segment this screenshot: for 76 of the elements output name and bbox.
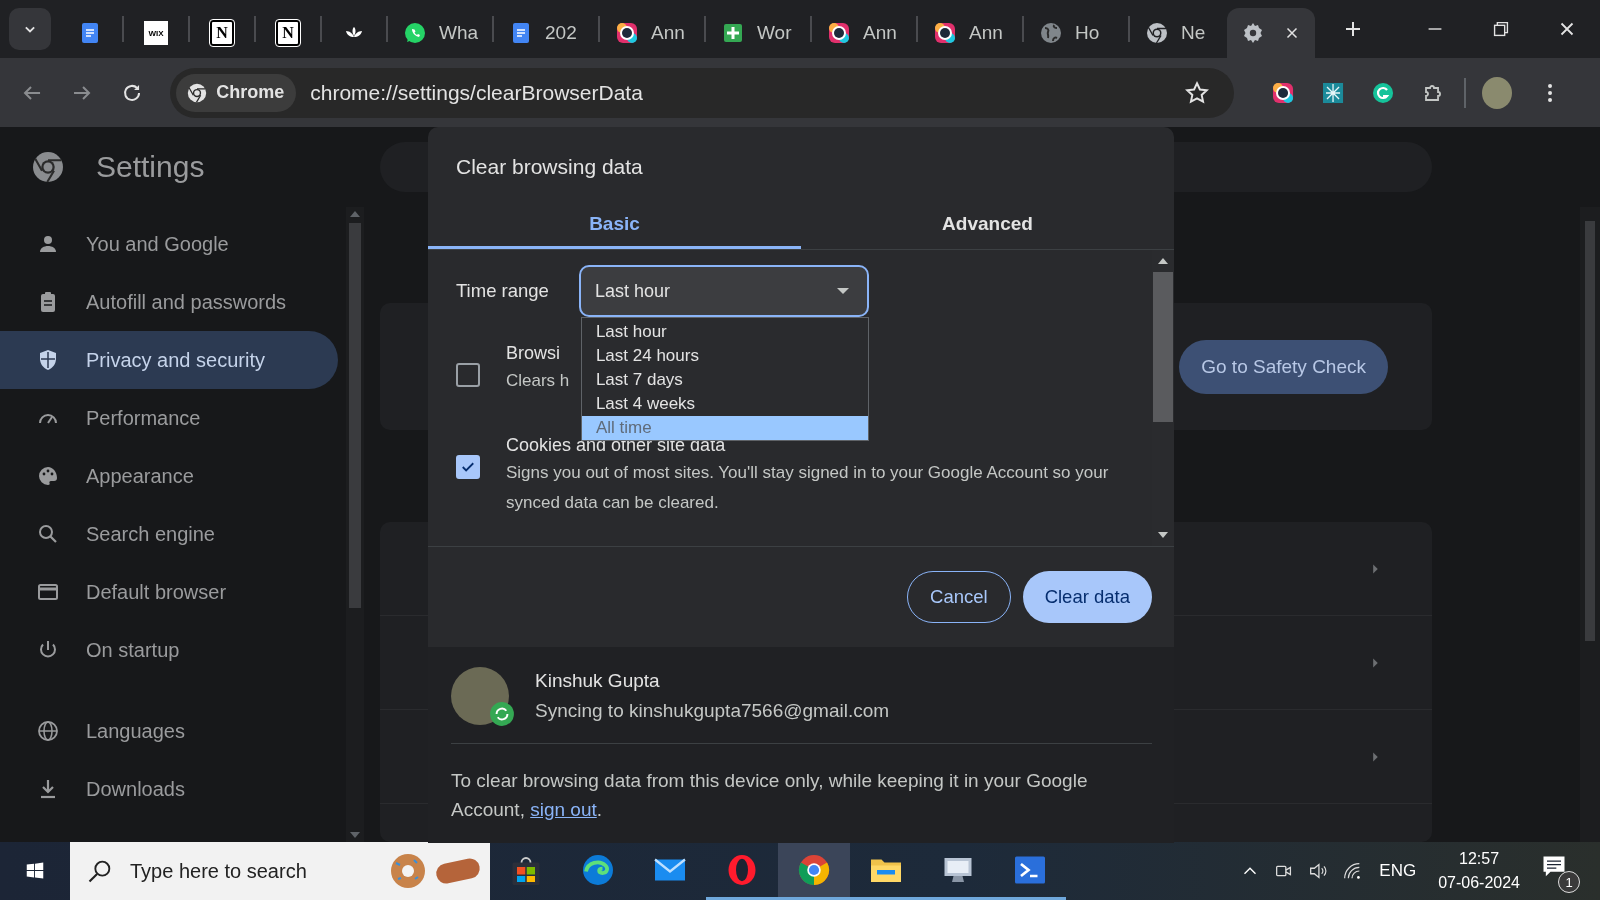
dialog-tab[interactable]: Basic xyxy=(428,201,801,249)
dropdown-option[interactable]: Last 7 days xyxy=(581,368,868,392)
time-range-label: Time range xyxy=(456,280,549,302)
sidebar-item[interactable]: You and Google xyxy=(0,215,338,273)
dialog-tab[interactable]: Advanced xyxy=(801,201,1174,249)
browser-tab[interactable]: Ho xyxy=(1031,8,1121,58)
site-chip[interactable]: Chrome xyxy=(176,73,297,112)
language-indicator[interactable]: ENG xyxy=(1379,861,1417,881)
scroll-down-icon[interactable] xyxy=(1158,532,1168,538)
sidebar-item[interactable]: Default browser xyxy=(0,563,338,621)
browser-logo-icon xyxy=(1145,21,1169,45)
address-bar[interactable]: Chrome chrome://settings/clearBrowserData xyxy=(170,67,1235,118)
globe-icon xyxy=(1039,21,1063,45)
profile-avatar[interactable] xyxy=(1482,76,1512,109)
sync-icon xyxy=(489,701,515,727)
checkbox[interactable] xyxy=(456,363,480,387)
dropdown-option[interactable]: Last 24 hours xyxy=(581,344,868,368)
settings-icon xyxy=(1241,21,1265,45)
bookmark-star-icon[interactable] xyxy=(1184,79,1211,106)
checkbox[interactable] xyxy=(456,455,480,479)
sidebar-item[interactable]: On startup xyxy=(0,621,338,679)
palette-icon xyxy=(36,464,60,488)
url-text: chrome://settings/clearBrowserData xyxy=(310,80,643,105)
browser-tab[interactable]: Ann xyxy=(607,8,697,58)
notification-count: 1 xyxy=(1558,871,1580,893)
option-description: Signs you out of most sites. You'll stay signed in to your Google Account so your synced data can be cleared. xyxy=(506,462,1110,514)
dropdown-option[interactable]: Last hour xyxy=(581,320,868,344)
logo-icon: WIX xyxy=(144,21,168,45)
browser-logo-icon xyxy=(30,149,66,185)
browser-tab[interactable]: Wha xyxy=(395,8,485,58)
account-name: Kinshuk Gupta xyxy=(535,670,661,692)
sidebar-item[interactable]: Downloads xyxy=(0,760,338,818)
sidebar-item[interactable]: Search engine xyxy=(0,505,338,563)
dialog-title: Clear browsing data xyxy=(455,154,643,180)
note-text: To clear browsing data from this device only, while keeping it in your Google Account, sign out. xyxy=(451,769,1089,822)
browser-tab[interactable]: 202 xyxy=(501,8,591,58)
taskbar-app[interactable] xyxy=(778,842,850,900)
taskbar-search-bar[interactable]: Type here to search xyxy=(70,842,490,900)
clock-time: 12:57 xyxy=(1459,850,1500,868)
sidebar-item[interactable]: Languages xyxy=(0,702,338,760)
sidebar-item[interactable]: Privacy and security xyxy=(0,331,338,389)
plus-sheet-icon xyxy=(721,21,745,45)
chat-bubble-icon xyxy=(403,21,427,45)
globe-icon xyxy=(36,719,60,743)
option-description: Clears h xyxy=(506,370,570,392)
clock-date: 07-06-2024 xyxy=(1438,874,1520,892)
option-title: Browsi xyxy=(506,342,561,365)
camera-ring-icon xyxy=(827,21,851,45)
browser-tab[interactable]: N xyxy=(263,8,313,58)
sync-status: Syncing to kinshukgupta7566@gmail.com xyxy=(535,700,890,722)
sidebar-item[interactable]: Autofill and passwords xyxy=(0,273,338,331)
settings-title: Settings xyxy=(96,150,205,184)
browser-tab[interactable]: Ne xyxy=(1137,8,1227,58)
safety-check-button[interactable]: Go to Safety Check xyxy=(1179,339,1388,394)
browser-tab[interactable] xyxy=(1227,8,1315,58)
browser-tab[interactable]: N xyxy=(197,8,247,58)
browser-tab[interactable]: Ann xyxy=(819,8,909,58)
clear-data-button[interactable]: Clear data xyxy=(1022,571,1152,623)
logo-icon: N xyxy=(210,20,234,46)
caret-icon xyxy=(836,288,849,294)
search-field[interactable]: Type here to search xyxy=(128,858,384,884)
browser-tab[interactable]: Ann xyxy=(925,8,1015,58)
dropdown-option[interactable]: Last 4 weeks xyxy=(581,392,868,416)
camera-ring-icon xyxy=(615,21,639,45)
logo-icon: N xyxy=(276,20,300,46)
browser-tab[interactable]: Wor xyxy=(713,8,803,58)
sidebar-item[interactable]: Appearance xyxy=(0,447,338,505)
site-chip-label: Chrome xyxy=(216,82,285,103)
browser-logo-icon xyxy=(186,81,209,104)
scroll-up-icon[interactable] xyxy=(1158,258,1168,264)
scrollbar[interactable] xyxy=(1580,207,1600,842)
sidebar-item[interactable]: Performance xyxy=(0,389,338,447)
camera-ring-icon xyxy=(933,21,957,45)
browser-tab[interactable]: WIX xyxy=(131,8,181,58)
time-range-dropdown[interactable]: Last hour xyxy=(578,265,869,317)
sign-out-link[interactable]: sign out xyxy=(530,799,597,820)
